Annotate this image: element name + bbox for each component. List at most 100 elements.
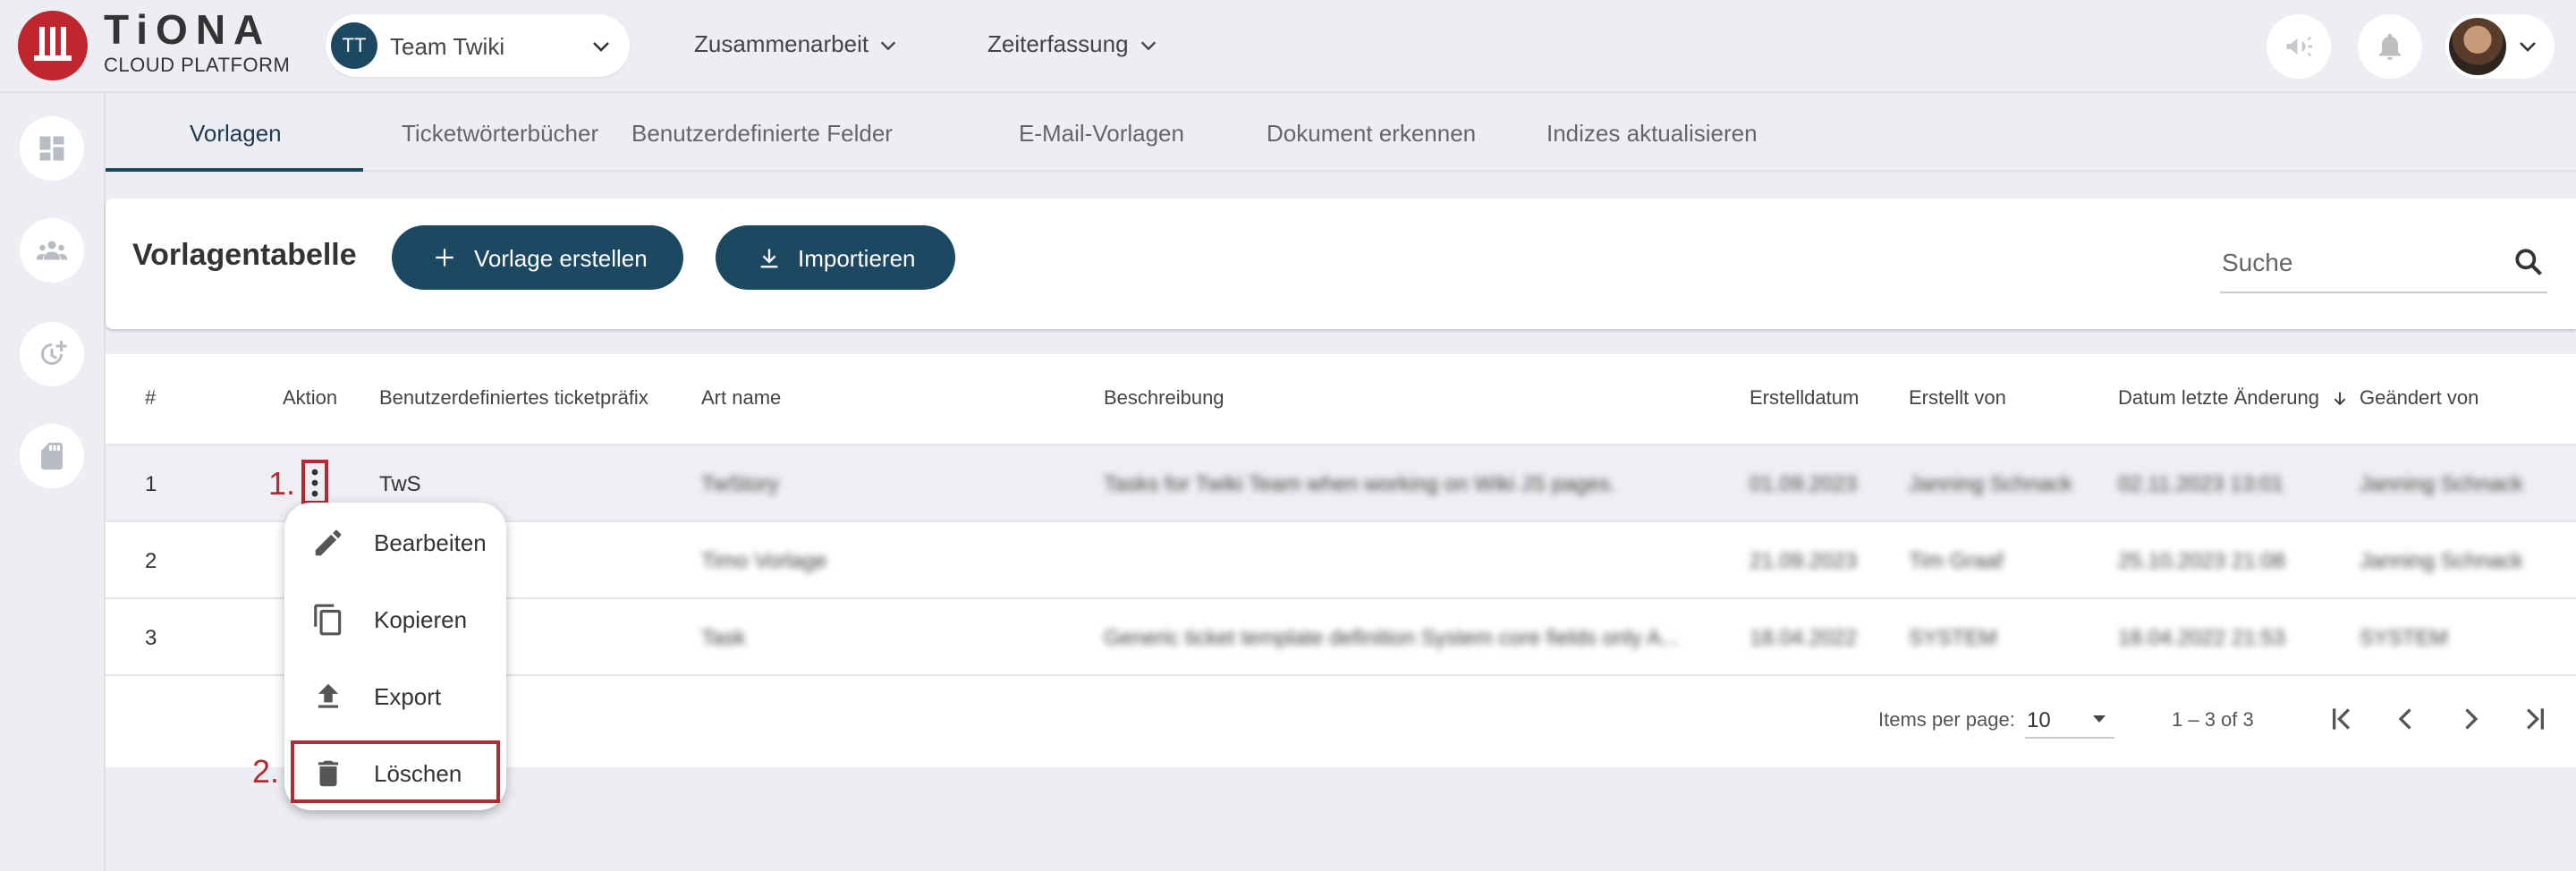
column-header-action: Aktion bbox=[283, 386, 338, 409]
create-template-button[interactable]: Vorlage erstellen bbox=[392, 225, 683, 290]
more-vert-icon bbox=[311, 469, 318, 497]
items-per-page-select[interactable]: 10 bbox=[2025, 698, 2114, 739]
page-title: Vorlagentabelle bbox=[132, 238, 357, 272]
team-name: Team Twiki bbox=[390, 33, 505, 60]
first-page-icon[interactable] bbox=[2324, 701, 2360, 737]
page-range: 1 – 3 of 3 bbox=[2172, 708, 2254, 731]
row-created: 18.04.2022 bbox=[1750, 626, 1858, 650]
create-template-label: Vorlage erstellen bbox=[474, 245, 648, 272]
active-tab-indicator bbox=[106, 168, 363, 172]
brand-title: TiONA bbox=[104, 6, 272, 53]
menu-item-copy[interactable]: Kopieren bbox=[284, 581, 506, 658]
search-field[interactable] bbox=[2220, 236, 2547, 293]
nav-time-tracking-label: Zeiterfassung bbox=[987, 30, 1129, 57]
tab-update-indexes[interactable]: Indizes aktualisieren bbox=[1546, 120, 1758, 148]
plus-icon bbox=[436, 249, 453, 266]
column-header-modified-label: Datum letzte Änderung bbox=[2118, 386, 2320, 409]
row-modified-by: SYSTEM bbox=[2360, 626, 2448, 650]
row-name: Task bbox=[701, 626, 746, 650]
row-description: Tasks for Twiki Team when working on Wik… bbox=[1104, 472, 1616, 496]
search-icon[interactable] bbox=[2512, 245, 2546, 279]
sidebar-item-time-tracking[interactable] bbox=[20, 322, 84, 386]
tab-ticketwoerterbuecher[interactable]: Ticketwörterbücher bbox=[402, 120, 598, 148]
column-header-modified-by[interactable]: Geändert von bbox=[2360, 386, 2479, 410]
chevron-down-icon bbox=[881, 41, 896, 51]
import-button[interactable]: Importieren bbox=[716, 225, 955, 290]
tab-vorlagen[interactable]: Vorlagen bbox=[190, 120, 282, 148]
search-input[interactable] bbox=[2222, 245, 2490, 281]
step-two-label: 2. bbox=[252, 753, 280, 790]
dashboard-icon bbox=[39, 136, 64, 161]
row-modified: 25.10.2023 21:08 bbox=[2118, 549, 2285, 573]
column-header-number: # bbox=[145, 386, 157, 409]
nav-collaboration-label: Zusammenarbeit bbox=[694, 30, 869, 57]
row-action-menu: Bearbeiten Kopieren Export Löschen bbox=[284, 503, 506, 810]
download-icon bbox=[760, 249, 778, 268]
team-avatar: TT bbox=[331, 22, 377, 69]
row-created-by: Janning Schnack bbox=[1909, 472, 2072, 496]
next-page-icon[interactable] bbox=[2453, 701, 2488, 737]
announcements-button[interactable] bbox=[2267, 14, 2331, 79]
chevron-down-icon bbox=[2520, 42, 2536, 52]
arrow-down-icon bbox=[2334, 392, 2346, 406]
templates-header-card: Vorlagentabelle Vorlage erstellen Import… bbox=[106, 199, 2576, 329]
import-label: Importieren bbox=[798, 245, 916, 272]
row-created: 01.09.2023 bbox=[1750, 472, 1858, 496]
column-header-name[interactable]: Art name bbox=[701, 386, 781, 410]
top-bar: TiONA CLOUD PLATFORM TT Team Twiki Zusam… bbox=[0, 0, 2576, 93]
profile-menu-button[interactable] bbox=[2445, 14, 2555, 79]
nav-time-tracking[interactable]: Zeiterfassung bbox=[987, 30, 1158, 58]
upload-icon bbox=[318, 683, 339, 708]
row-created: 21.09.2023 bbox=[1750, 549, 1858, 573]
notifications-button[interactable] bbox=[2358, 14, 2422, 79]
previous-page-icon[interactable] bbox=[2388, 701, 2424, 737]
tab-custom-fields[interactable]: Benutzerdefinierte Felder bbox=[631, 120, 893, 148]
column-header-created[interactable]: Erstelldatum bbox=[1750, 386, 1859, 410]
row-action-button[interactable] bbox=[301, 460, 328, 504]
menu-item-export-label: Export bbox=[374, 683, 442, 710]
team-selector[interactable]: TT Team Twiki bbox=[326, 14, 630, 77]
avatar bbox=[2449, 18, 2506, 75]
megaphone-icon bbox=[2286, 36, 2312, 57]
chevron-down-icon bbox=[593, 42, 609, 52]
column-header-modified[interactable]: Datum letzte Änderung bbox=[2118, 386, 2350, 410]
sidebar-item-teams[interactable] bbox=[20, 218, 84, 283]
settings-tabs: Vorlagen Ticketwörterbücher Benutzerdefi… bbox=[106, 93, 2576, 172]
menu-item-copy-label: Kopieren bbox=[374, 606, 468, 633]
row-number: 3 bbox=[145, 626, 157, 650]
row-number: 1 bbox=[145, 472, 157, 496]
brand-subtitle: CLOUD PLATFORM bbox=[104, 54, 291, 76]
sidebar-item-dashboard[interactable] bbox=[20, 116, 84, 181]
column-header-description[interactable]: Beschreibung bbox=[1104, 386, 1224, 410]
sidebar-item-documents[interactable] bbox=[20, 424, 84, 488]
items-per-page-value: 10 bbox=[2027, 708, 2051, 732]
step-one-label: 1. bbox=[268, 465, 296, 502]
row-modified: 18.04.2022 21:53 bbox=[2118, 626, 2285, 650]
tab-email-templates[interactable]: E-Mail-Vorlagen bbox=[1019, 120, 1184, 148]
tab-recognize-document[interactable]: Dokument erkennen bbox=[1267, 120, 1476, 148]
sidebar bbox=[0, 93, 106, 871]
sd-card-icon bbox=[41, 443, 63, 469]
delete-highlight-box bbox=[291, 740, 500, 803]
row-modified-by: Janning Schnack bbox=[2360, 472, 2523, 496]
row-prefix: TwS bbox=[379, 472, 421, 496]
row-created-by: SYSTEM bbox=[1909, 626, 1997, 650]
last-page-icon[interactable] bbox=[2517, 701, 2553, 737]
chevron-down-icon bbox=[1140, 41, 1156, 51]
nav-collaboration[interactable]: Zusammenarbeit bbox=[694, 30, 898, 58]
copy-icon bbox=[314, 604, 342, 636]
menu-item-edit-label: Bearbeiten bbox=[374, 529, 487, 556]
menu-item-export[interactable]: Export bbox=[284, 658, 506, 735]
row-description: Generic ticket template definition Syste… bbox=[1104, 626, 1679, 650]
add-time-icon bbox=[41, 341, 67, 365]
row-modified: 02.11.2023 13:01 bbox=[2118, 472, 2284, 496]
column-header-prefix[interactable]: Benutzerdefiniertes ticketpräfix bbox=[379, 386, 648, 410]
column-header-created-by[interactable]: Erstellt von bbox=[1909, 386, 2006, 410]
items-per-page-label: Items per page: bbox=[1878, 708, 2015, 731]
row-modified-by: Janning Schnack bbox=[2360, 549, 2523, 573]
dropdown-arrow-icon bbox=[2093, 715, 2106, 723]
row-name: Timo Vorlage bbox=[701, 549, 827, 573]
row-created-by: Tim Graaf bbox=[1909, 549, 2004, 573]
menu-item-edit[interactable]: Bearbeiten bbox=[284, 504, 506, 581]
tiona-logo-icon[interactable] bbox=[18, 11, 88, 80]
